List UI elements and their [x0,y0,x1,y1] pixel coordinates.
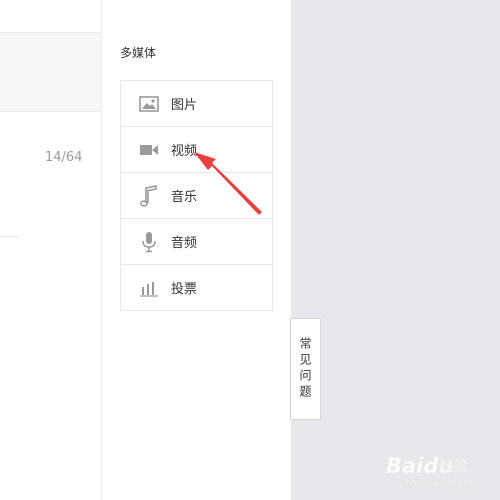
media-item-audio[interactable]: 音频 [121,219,272,265]
watermark-url: jingyan.baidu.com [402,478,476,487]
faq-label: 常见问题 [298,337,312,401]
media-item-poll[interactable]: 投票 [121,265,272,310]
editor-divider [0,236,19,237]
watermark-sub: 经验 [440,459,468,475]
multimedia-sidebar: 多媒体 图片 视频 音乐 音频 投票 [102,0,291,500]
image-icon [138,93,160,115]
media-item-label: 投票 [171,282,198,297]
media-list: 图片 视频 音乐 音频 投票 [120,80,273,311]
poll-icon [138,277,160,299]
video-icon [138,139,160,161]
word-count: 14/64 [45,150,83,165]
media-item-music[interactable]: 音乐 [121,173,272,219]
media-item-label: 音乐 [171,190,198,205]
media-item-image[interactable]: 图片 [121,81,272,127]
right-panel [291,0,500,500]
editor-title-field[interactable] [0,32,101,112]
media-item-label: 音频 [171,236,198,251]
section-title: 多媒体 [120,46,157,60]
media-item-label: 图片 [171,98,198,113]
music-icon [138,184,160,207]
baidu-watermark: Baidu 经验 jingyan.baidu.com [386,450,496,490]
media-item-video[interactable]: 视频 [121,127,272,173]
media-item-label: 视频 [171,144,198,159]
microphone-icon [138,231,160,253]
faq-tab[interactable]: 常见问题 [290,318,321,420]
editor-area: 14/64 [0,0,101,500]
